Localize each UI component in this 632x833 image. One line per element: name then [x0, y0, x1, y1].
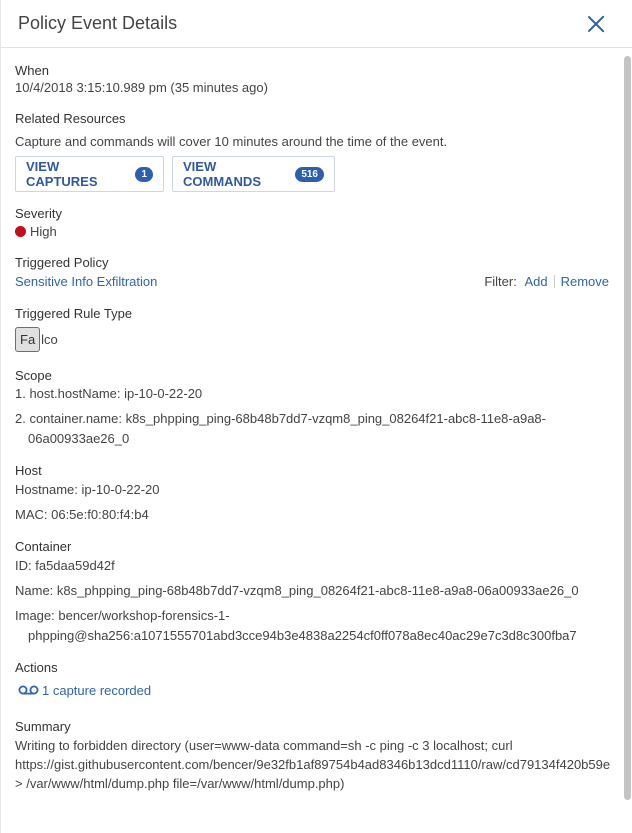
- policy-filter: Filter: Add Remove: [484, 274, 609, 289]
- scope-item: 2. container.name: k8s_phpping_ping-68b4…: [15, 411, 546, 426]
- severity-label: Severity: [15, 206, 62, 221]
- host-label: Host: [15, 463, 42, 478]
- container-image: Image: bencer/workshop-forensics-1-: [15, 608, 230, 623]
- recording-tape-icon: [18, 685, 39, 695]
- host-hostname: Hostname: ip-10-0-22-20: [15, 482, 160, 497]
- triggered-policy-label: Triggered Policy: [15, 255, 109, 270]
- actions-label: Actions: [15, 660, 58, 675]
- host-mac: MAC: 06:5e:f0:80:f4:b4: [15, 507, 149, 522]
- container-label: Container: [15, 539, 72, 554]
- scrollbar[interactable]: [624, 56, 631, 800]
- rule-type-badge: Fa: [15, 327, 41, 352]
- severity-text: High: [30, 224, 57, 239]
- summary-line: Writing to forbidden directory (user=www…: [15, 738, 513, 753]
- related-resources-description: Capture and commands will cover 10 minut…: [15, 134, 448, 149]
- filter-divider: [553, 275, 555, 288]
- rule-type-rest: lco: [41, 332, 58, 347]
- container-image-continuation: phpping@sha256:a1071555701abd3cce94b3e48…: [28, 628, 577, 643]
- container-id: ID: fa5daa59d42f: [15, 558, 115, 573]
- capture-recorded-link[interactable]: 1 capture recorded: [18, 683, 151, 698]
- triggered-rule-type-label: Triggered Rule Type: [15, 306, 133, 321]
- summary-line: > /var/www/html/dump.php file=/var/www/h…: [15, 776, 345, 791]
- captures-count-badge: 1: [135, 166, 153, 182]
- filter-remove-link[interactable]: Remove: [561, 274, 609, 289]
- container-name: Name: k8s_phpping_ping-68b48b7dd7-vzqm8_…: [15, 583, 579, 598]
- page-title: Policy Event Details: [18, 13, 178, 33]
- when-value: 10/4/2018 3:15:10.989 pm (35 minutes ago…: [15, 80, 268, 95]
- view-commands-label: VIEW COMMANDS: [183, 159, 261, 189]
- panel-header: Policy Event Details: [1, 0, 632, 48]
- view-commands-button[interactable]: VIEW COMMANDS 516: [172, 156, 335, 192]
- summary-line: https://gist.githubusercontent.com/bence…: [15, 757, 611, 772]
- view-captures-button[interactable]: VIEW CAPTURES 1: [15, 156, 164, 192]
- view-captures-label: VIEW CAPTURES: [26, 159, 98, 189]
- policy-event-details-panel: Policy Event Details When 10/4/2018 3:15…: [0, 0, 632, 833]
- severity-value: High: [15, 224, 57, 239]
- commands-count-badge: 516: [295, 166, 324, 182]
- rule-type-value: Fa lco: [15, 327, 58, 352]
- severity-high-dot-icon: [15, 226, 26, 237]
- scope-item: 1. host.hostName: ip-10-0-22-20: [15, 386, 203, 401]
- close-icon[interactable]: [587, 15, 605, 33]
- when-label: When: [15, 63, 49, 78]
- filter-add-link[interactable]: Add: [524, 274, 547, 289]
- policy-name-link[interactable]: Sensitive Info Exfiltration: [15, 274, 157, 289]
- scope-item-continuation: 06a00933ae26_0: [28, 431, 130, 446]
- filter-label: Filter:: [484, 274, 517, 289]
- summary-label: Summary: [15, 719, 71, 734]
- capture-recorded-label: 1 capture recorded: [42, 683, 152, 698]
- related-resources-label: Related Resources: [15, 111, 126, 126]
- scope-label: Scope: [15, 368, 52, 383]
- summary-text: Writing to forbidden directory (user=www…: [15, 736, 621, 793]
